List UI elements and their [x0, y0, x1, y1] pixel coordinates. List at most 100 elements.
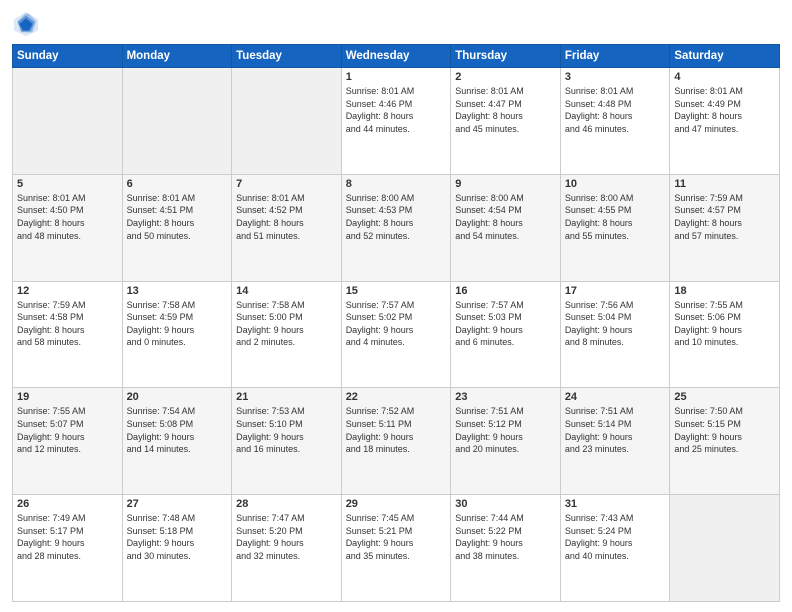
calendar-day: 30Sunrise: 7:44 AM Sunset: 5:22 PM Dayli…: [451, 495, 561, 602]
calendar-day: 4 Sunrise: 8:01 AM Sunset: 4:49 PM Daylig…: [670, 68, 780, 175]
day-info: Sunrise: 8:01 AM Sunset: 4:52 PM Dayligh…: [236, 192, 337, 242]
day-number: 19: [17, 391, 118, 403]
day-number: 9: [455, 178, 556, 190]
calendar-day: 18 Sunrise: 7:55 AM Sunset: 5:06 PM Dayli…: [670, 281, 780, 388]
day-number: 17: [565, 285, 666, 297]
day-number: 10: [565, 178, 666, 190]
day-info: Sunrise: 7:51 AM Sunset: 5:12 PM Dayligh…: [455, 405, 556, 455]
calendar-day: 2 Sunrise: 8:01 AM Sunset: 4:47 PM Daylig…: [451, 68, 561, 175]
day-info: Sunrise: 7:55 AM Sunset: 5:07 PM Dayligh…: [17, 405, 118, 455]
day-info: Sunrise: 7:59 AM Sunset: 4:57 PM Dayligh…: [674, 192, 775, 242]
calendar-day: 31Sunrise: 7:43 AM Sunset: 5:24 PM Dayli…: [560, 495, 670, 602]
calendar-day: 7 Sunrise: 8:01 AM Sunset: 4:52 PM Daylig…: [232, 174, 342, 281]
day-number: 16: [455, 285, 556, 297]
day-header: Tuesday: [232, 45, 342, 68]
day-number: 7: [236, 178, 337, 190]
calendar-day: 23 Sunrise: 7:51 AM Sunset: 5:12 PM Dayli…: [451, 388, 561, 495]
calendar-header-row: SundayMondayTuesdayWednesdayThursdayFrid…: [13, 45, 780, 68]
calendar-day: [122, 68, 232, 175]
calendar-day: 22 Sunrise: 7:52 AM Sunset: 5:11 PM Dayli…: [341, 388, 451, 495]
day-info: Sunrise: 7:48 AM Sunset: 5:18 PM Dayligh…: [127, 512, 228, 562]
day-info: Sunrise: 7:58 AM Sunset: 5:00 PM Dayligh…: [236, 299, 337, 349]
day-number: 14: [236, 285, 337, 297]
calendar-day: 26 Sunrise: 7:49 AM Sunset: 5:17 PM Dayli…: [13, 495, 123, 602]
day-number: 13: [127, 285, 228, 297]
day-header: Sunday: [13, 45, 123, 68]
day-number: 18: [674, 285, 775, 297]
calendar-day: 13 Sunrise: 7:58 AM Sunset: 4:59 PM Dayli…: [122, 281, 232, 388]
day-info: Sunrise: 7:50 AM Sunset: 5:15 PM Dayligh…: [674, 405, 775, 455]
calendar-day: 24 Sunrise: 7:51 AM Sunset: 5:14 PM Dayli…: [560, 388, 670, 495]
calendar-day: 27 Sunrise: 7:48 AM Sunset: 5:18 PM Dayli…: [122, 495, 232, 602]
calendar-day: 21 Sunrise: 7:53 AM Sunset: 5:10 PM Dayli…: [232, 388, 342, 495]
day-number: 3: [565, 71, 666, 83]
calendar-day: 5 Sunrise: 8:01 AM Sunset: 4:50 PM Daylig…: [13, 174, 123, 281]
day-number: 23: [455, 391, 556, 403]
calendar-week-row: 1 Sunrise: 8:01 AM Sunset: 4:46 PM Daylig…: [13, 68, 780, 175]
day-number: 8: [346, 178, 447, 190]
day-number: 29: [346, 498, 447, 510]
calendar-day: 1 Sunrise: 8:01 AM Sunset: 4:46 PM Daylig…: [341, 68, 451, 175]
calendar-day: 6 Sunrise: 8:01 AM Sunset: 4:51 PM Daylig…: [122, 174, 232, 281]
day-number: 11: [674, 178, 775, 190]
day-number: 5: [17, 178, 118, 190]
calendar-day: [670, 495, 780, 602]
day-number: 26: [17, 498, 118, 510]
day-info: Sunrise: 7:56 AM Sunset: 5:04 PM Dayligh…: [565, 299, 666, 349]
calendar-day: 12 Sunrise: 7:59 AM Sunset: 4:58 PM Dayli…: [13, 281, 123, 388]
logo: [12, 10, 44, 38]
day-info: Sunrise: 7:57 AM Sunset: 5:03 PM Dayligh…: [455, 299, 556, 349]
day-info: Sunrise: 7:59 AM Sunset: 4:58 PM Dayligh…: [17, 299, 118, 349]
calendar-week-row: 12 Sunrise: 7:59 AM Sunset: 4:58 PM Dayli…: [13, 281, 780, 388]
calendar: SundayMondayTuesdayWednesdayThursdayFrid…: [12, 44, 780, 602]
calendar-day: 9 Sunrise: 8:00 AM Sunset: 4:54 PM Daylig…: [451, 174, 561, 281]
day-number: 30: [455, 498, 556, 510]
calendar-day: 15Sunrise: 7:57 AM Sunset: 5:02 PM Dayli…: [341, 281, 451, 388]
day-header: Thursday: [451, 45, 561, 68]
day-info: Sunrise: 8:01 AM Sunset: 4:46 PM Dayligh…: [346, 85, 447, 135]
calendar-day: [13, 68, 123, 175]
day-info: Sunrise: 8:00 AM Sunset: 4:54 PM Dayligh…: [455, 192, 556, 242]
day-number: 24: [565, 391, 666, 403]
header: [12, 10, 780, 38]
calendar-day: 3 Sunrise: 8:01 AM Sunset: 4:48 PM Daylig…: [560, 68, 670, 175]
day-info: Sunrise: 8:01 AM Sunset: 4:47 PM Dayligh…: [455, 85, 556, 135]
day-info: Sunrise: 7:52 AM Sunset: 5:11 PM Dayligh…: [346, 405, 447, 455]
calendar-day: 10 Sunrise: 8:00 AM Sunset: 4:55 PM Dayli…: [560, 174, 670, 281]
calendar-day: 19 Sunrise: 7:55 AM Sunset: 5:07 PM Dayli…: [13, 388, 123, 495]
day-info: Sunrise: 7:54 AM Sunset: 5:08 PM Dayligh…: [127, 405, 228, 455]
day-header: Saturday: [670, 45, 780, 68]
day-number: 12: [17, 285, 118, 297]
day-info: Sunrise: 8:01 AM Sunset: 4:48 PM Dayligh…: [565, 85, 666, 135]
day-number: 21: [236, 391, 337, 403]
day-number: 27: [127, 498, 228, 510]
day-number: 2: [455, 71, 556, 83]
day-number: 6: [127, 178, 228, 190]
page: SundayMondayTuesdayWednesdayThursdayFrid…: [0, 0, 792, 612]
calendar-week-row: 5 Sunrise: 8:01 AM Sunset: 4:50 PM Daylig…: [13, 174, 780, 281]
day-info: Sunrise: 8:00 AM Sunset: 4:55 PM Dayligh…: [565, 192, 666, 242]
calendar-week-row: 26 Sunrise: 7:49 AM Sunset: 5:17 PM Dayli…: [13, 495, 780, 602]
day-info: Sunrise: 8:01 AM Sunset: 4:51 PM Dayligh…: [127, 192, 228, 242]
calendar-day: [232, 68, 342, 175]
day-info: Sunrise: 7:58 AM Sunset: 4:59 PM Dayligh…: [127, 299, 228, 349]
day-number: 1: [346, 71, 447, 83]
day-number: 4: [674, 71, 775, 83]
day-info: Sunrise: 7:53 AM Sunset: 5:10 PM Dayligh…: [236, 405, 337, 455]
day-info: Sunrise: 7:55 AM Sunset: 5:06 PM Dayligh…: [674, 299, 775, 349]
calendar-day: 16 Sunrise: 7:57 AM Sunset: 5:03 PM Dayli…: [451, 281, 561, 388]
day-info: Sunrise: 8:01 AM Sunset: 4:49 PM Dayligh…: [674, 85, 775, 135]
day-info: Sunrise: 8:01 AM Sunset: 4:50 PM Dayligh…: [17, 192, 118, 242]
calendar-day: 20Sunrise: 7:54 AM Sunset: 5:08 PM Dayli…: [122, 388, 232, 495]
day-info: Sunrise: 8:00 AM Sunset: 4:53 PM Dayligh…: [346, 192, 447, 242]
calendar-day: 25Sunrise: 7:50 AM Sunset: 5:15 PM Dayli…: [670, 388, 780, 495]
day-number: 31: [565, 498, 666, 510]
day-number: 28: [236, 498, 337, 510]
calendar-day: 28 Sunrise: 7:47 AM Sunset: 5:20 PM Dayli…: [232, 495, 342, 602]
day-info: Sunrise: 7:47 AM Sunset: 5:20 PM Dayligh…: [236, 512, 337, 562]
day-info: Sunrise: 7:51 AM Sunset: 5:14 PM Dayligh…: [565, 405, 666, 455]
calendar-day: 14 Sunrise: 7:58 AM Sunset: 5:00 PM Dayli…: [232, 281, 342, 388]
day-header: Friday: [560, 45, 670, 68]
day-number: 22: [346, 391, 447, 403]
day-info: Sunrise: 7:49 AM Sunset: 5:17 PM Dayligh…: [17, 512, 118, 562]
